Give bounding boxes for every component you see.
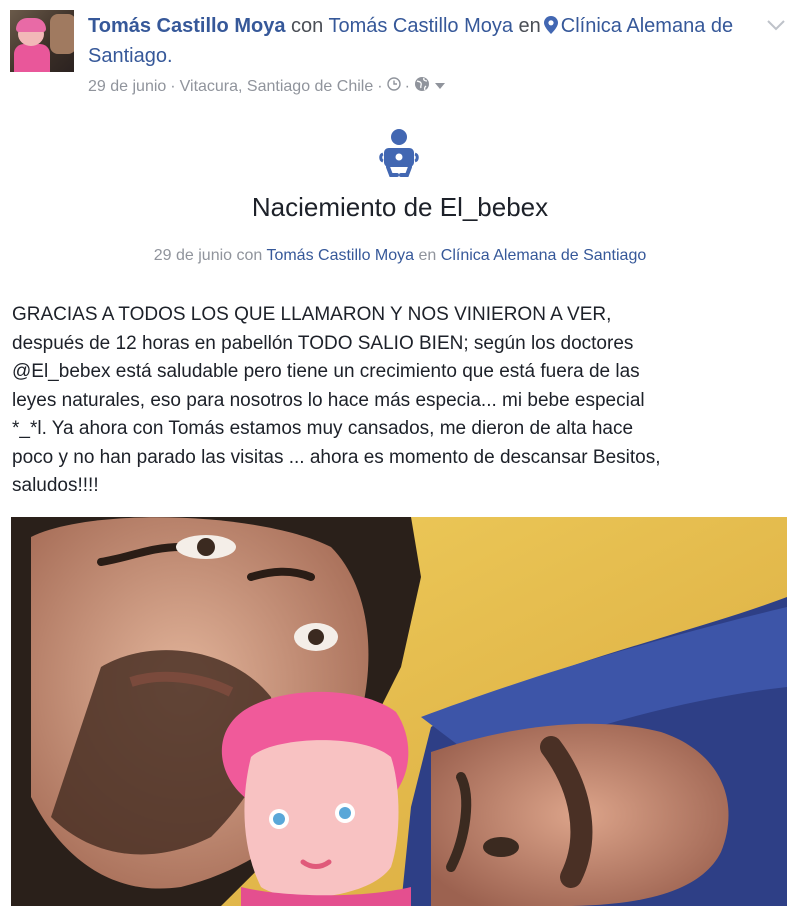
event-date: 29 de junio (153, 247, 233, 264)
post-meta: 29 de junio · Vitacura, Santiago de Chil… (88, 76, 446, 97)
meta-separator: · (170, 77, 176, 95)
in-word: en (518, 15, 541, 37)
baby-icon (379, 128, 419, 180)
meta-separator: · (404, 77, 410, 95)
post-body-text: GRACIAS A TODOS LOS QUE LLAMARON Y NOS V… (12, 304, 661, 496)
post-date-link[interactable]: 29 de junio (88, 78, 166, 96)
meta-separator: · (377, 77, 383, 95)
event-place-link[interactable]: Clínica Alemana de Santiago (441, 247, 646, 264)
avatar-doll-hat (16, 18, 46, 32)
chevron-down-icon[interactable] (766, 18, 786, 37)
event-in-word: en (418, 247, 437, 264)
post-header: Tomás Castillo Moya con Tomás Castillo M… (0, 0, 800, 110)
post-photo[interactable] (11, 517, 787, 906)
author-name-link[interactable]: Tomás Castillo Moya (88, 15, 285, 37)
event-subtitle: 29 de junio con Tomás Castillo Moya en C… (0, 247, 800, 265)
clock-icon (386, 77, 401, 96)
with-word: con (291, 15, 324, 37)
caret-down-icon[interactable] (434, 78, 446, 96)
post-headline: Tomás Castillo Moya con Tomás Castillo M… (88, 12, 748, 70)
event-title: Naciemiento de El_bebex (251, 192, 549, 222)
author-avatar[interactable] (10, 10, 74, 72)
event-with-word: con (236, 247, 263, 264)
event-person-link[interactable]: Tomás Castillo Moya (266, 247, 414, 264)
post-location-link[interactable]: Vitacura, Santiago de Chile (180, 78, 374, 96)
globe-icon[interactable] (414, 76, 430, 97)
avatar-face (50, 14, 74, 54)
tagged-person-link[interactable]: Tomás Castillo Moya (328, 15, 513, 37)
location-pin-icon (543, 14, 558, 42)
avatar-doll-body (14, 44, 50, 72)
